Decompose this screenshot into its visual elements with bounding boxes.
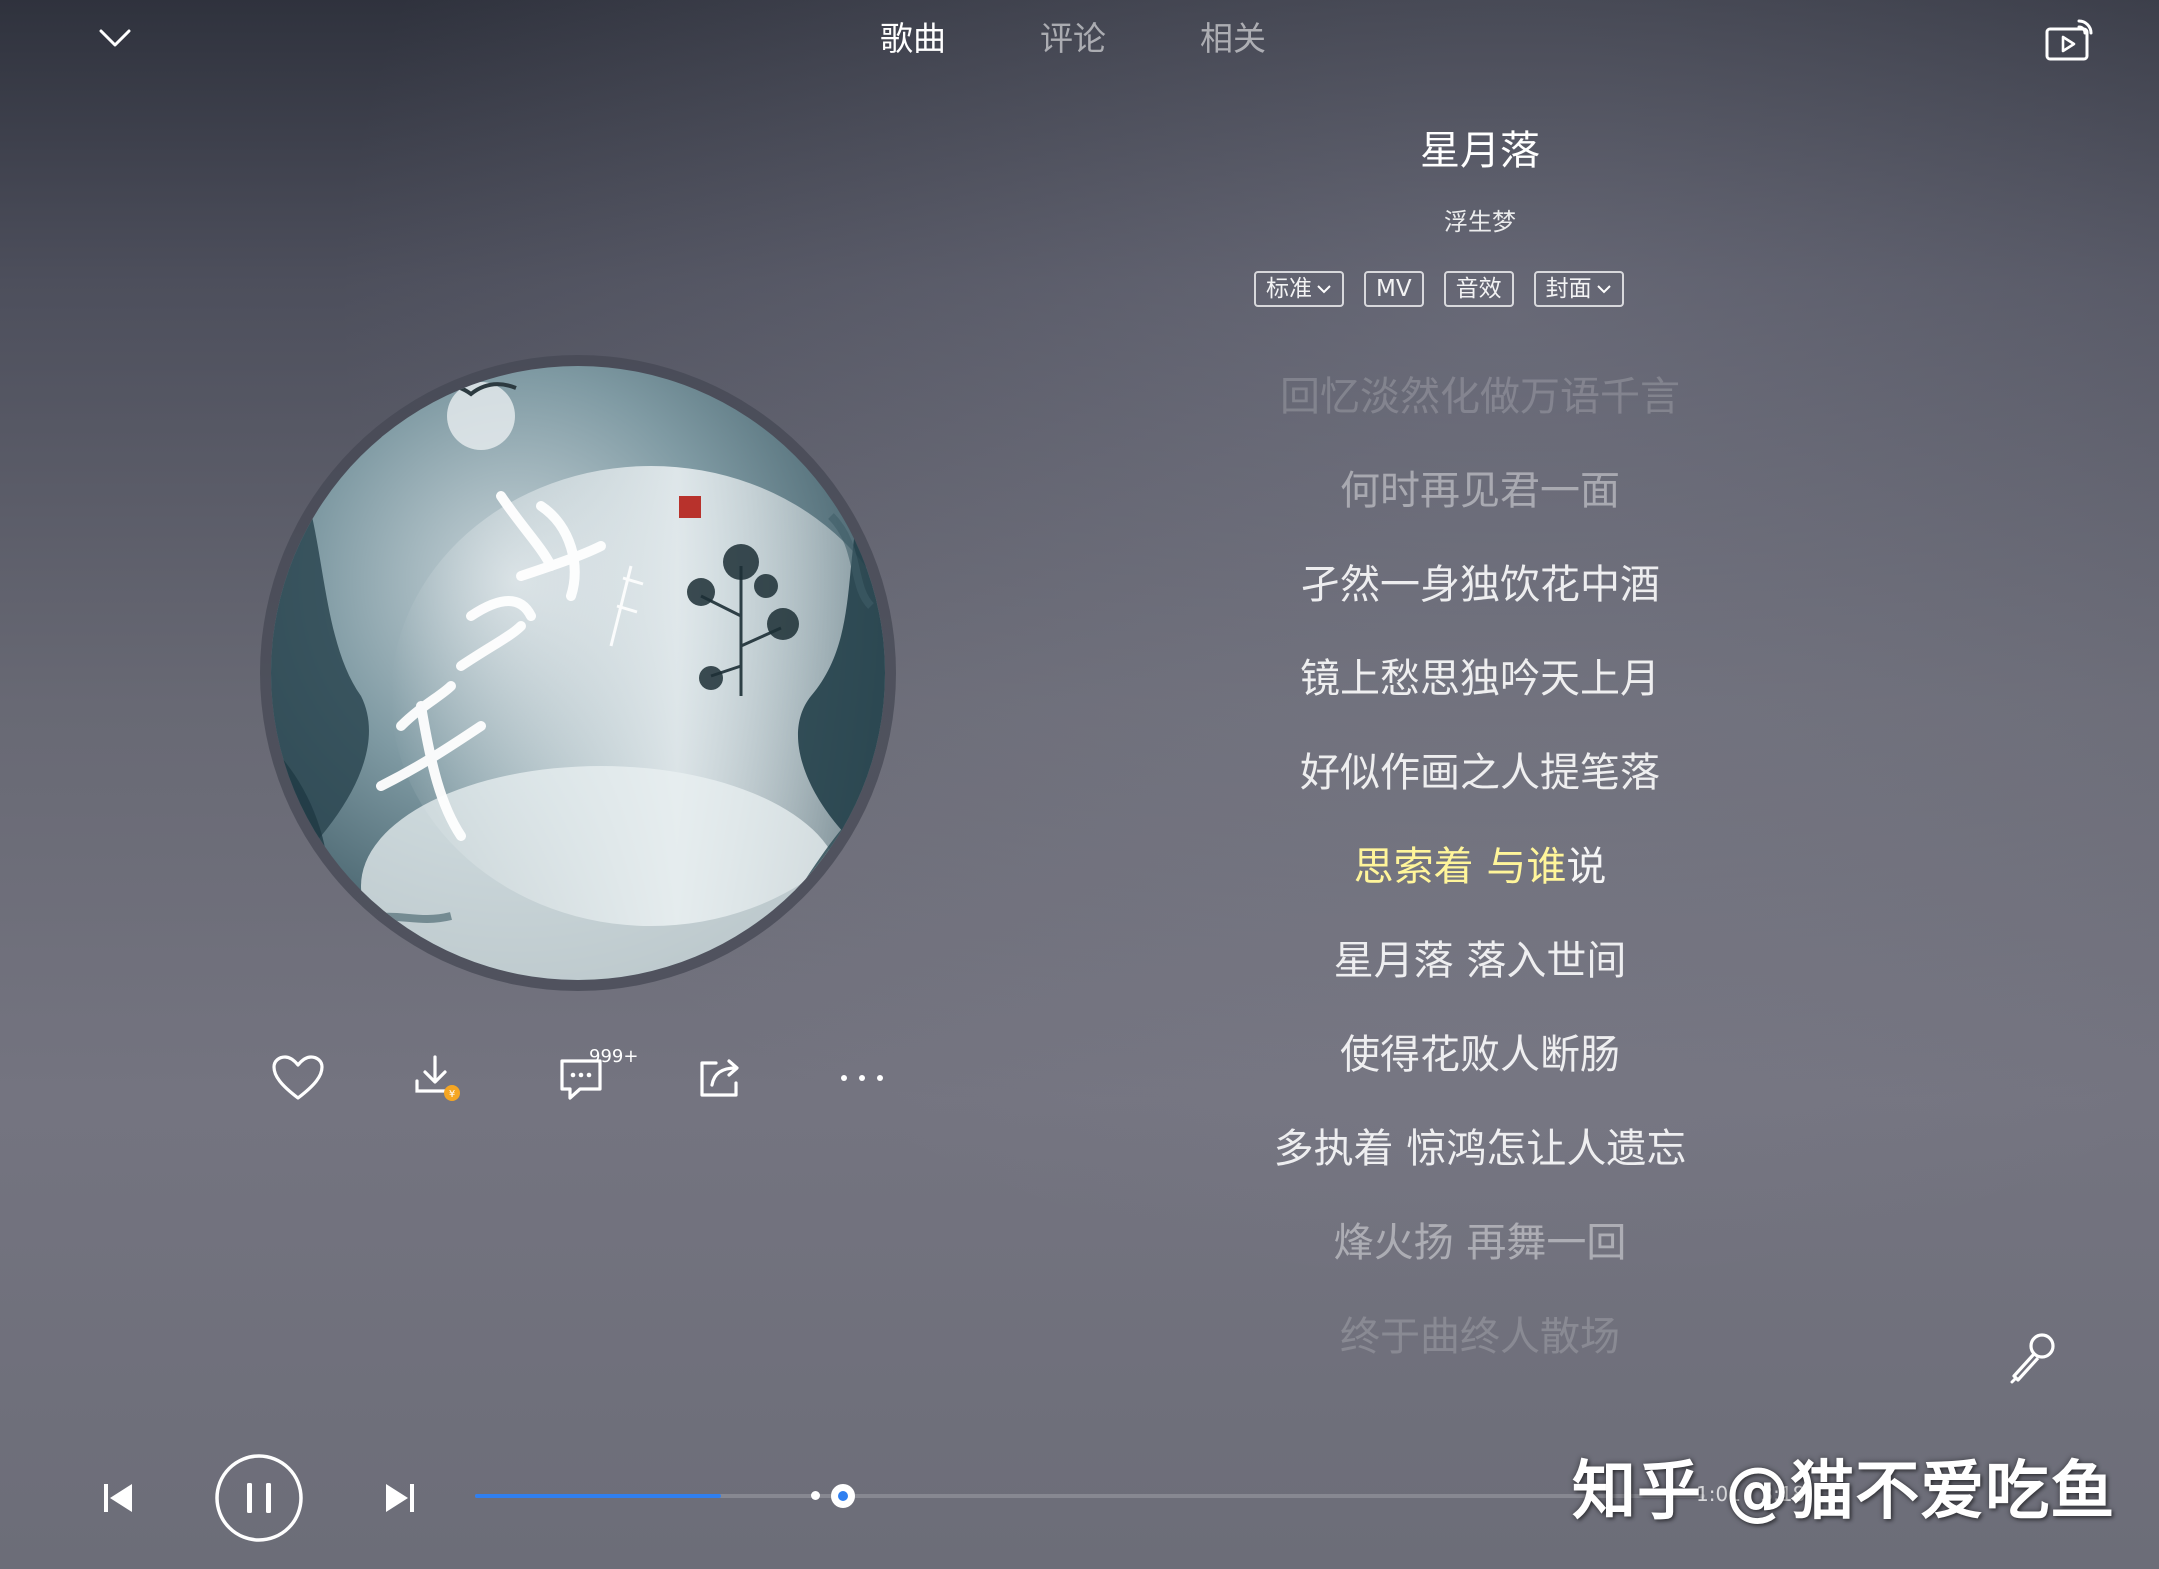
lyric-line: 好似作画之人提笔落 <box>1300 750 1660 796</box>
skip-previous-icon <box>104 1484 132 1512</box>
lyric-line: 烽火扬 再舞一回 <box>1333 1220 1627 1266</box>
progress-buffer-dot <box>811 1491 820 1500</box>
lyric-line: 终于曲终人散场 <box>1340 1314 1620 1360</box>
previous-button[interactable] <box>92 1472 144 1524</box>
top-tabs: 歌曲 评论 相关 <box>880 12 1266 60</box>
tab-comments[interactable]: 评论 <box>1040 12 1106 60</box>
more-icon <box>841 1075 883 1081</box>
download-icon: ¥ <box>415 1055 460 1101</box>
play-pause-button[interactable] <box>214 1453 304 1543</box>
progress-fill <box>475 1494 721 1498</box>
microphone-icon <box>2010 1333 2055 1384</box>
lyric-line: 回忆淡然化做万语千言 <box>1280 374 1680 420</box>
quality-label: 标准 <box>1266 276 1312 302</box>
more-button[interactable] <box>826 1042 898 1114</box>
mv-button[interactable]: MV <box>1364 271 1424 307</box>
song-artist[interactable]: 浮生梦 <box>1180 202 1780 237</box>
pause-icon <box>215 1454 303 1542</box>
lyric-line: 多执着 惊鸿怎让人遗忘 <box>1273 1126 1687 1172</box>
lyrics-list[interactable]: 回忆淡然化做万语千言 何时再见君一面 孑然一身独饮花中酒 镜上愁思独吟天上月 好… <box>1180 362 1780 1396</box>
chevron-down-icon <box>99 29 131 47</box>
song-title: 星月落 <box>1420 128 1540 174</box>
watermark: 知乎 @猫不爱吃鱼 <box>1572 1455 2116 1529</box>
tab-related[interactable]: 相关 <box>1200 12 1266 60</box>
quality-dropdown[interactable]: 标准 <box>1254 271 1344 307</box>
share-icon <box>700 1059 739 1097</box>
heart-icon <box>272 1055 324 1100</box>
lyric-line: 使得花败人断肠 <box>1340 1032 1620 1078</box>
sound-effect-label: 音效 <box>1455 276 1502 302</box>
current-lyric-line: 思索着 与谁说 <box>1180 832 1780 926</box>
song-tags: 标准 MV 音效 封面 <box>1254 271 1624 307</box>
lyric-unsung-part: 说 <box>1566 844 1607 890</box>
sound-effect-button[interactable]: 音效 <box>1443 271 1514 307</box>
collapse-button[interactable] <box>92 18 138 58</box>
like-button[interactable] <box>262 1042 334 1114</box>
comment-count-badge: 999+ <box>589 1046 639 1067</box>
lyric-line: 星月落 落入世间 <box>1333 938 1627 984</box>
cast-button[interactable] <box>2040 14 2098 66</box>
download-button[interactable]: ¥ <box>402 1042 474 1114</box>
lyric-line: 何时再见君一面 <box>1340 468 1620 514</box>
mv-label: MV <box>1376 276 1412 302</box>
chevron-down-icon <box>1596 285 1611 294</box>
lyric-sung-part: 思索着 与谁 <box>1353 844 1567 890</box>
cover-label: 封面 <box>1545 276 1592 302</box>
tab-song[interactable]: 歌曲 <box>880 12 946 60</box>
karaoke-button[interactable] <box>2000 1326 2064 1390</box>
lyric-line: 镜上愁思独吟天上月 <box>1300 656 1660 702</box>
share-button[interactable] <box>685 1042 757 1114</box>
screen-cast-icon <box>2045 19 2093 61</box>
album-cover[interactable] <box>271 366 885 980</box>
lyric-line: 孑然一身独饮花中酒 <box>1300 562 1660 608</box>
progress-thumb[interactable] <box>831 1484 855 1508</box>
chevron-down-icon <box>1317 285 1331 294</box>
svg-text:¥: ¥ <box>449 1089 455 1100</box>
next-button[interactable] <box>374 1472 426 1524</box>
cover-dropdown[interactable]: 封面 <box>1533 271 1624 307</box>
skip-next-icon <box>386 1484 414 1512</box>
album-artwork <box>271 366 885 980</box>
